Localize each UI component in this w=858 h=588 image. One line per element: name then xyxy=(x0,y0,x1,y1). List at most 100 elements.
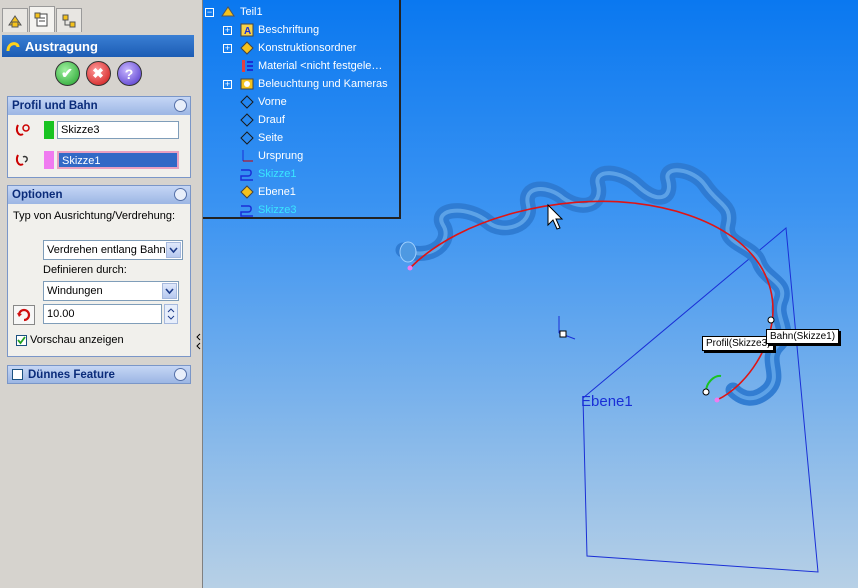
origin-marker xyxy=(558,316,576,340)
plane-icon xyxy=(239,184,255,200)
thin-feature-label: Dünnes Feature xyxy=(28,368,115,381)
plane-label: Ebene1 xyxy=(581,393,633,410)
tree-item[interactable]: Ursprung xyxy=(203,147,399,165)
preview-checkbox[interactable] xyxy=(16,335,27,346)
profile-icon xyxy=(15,124,30,136)
define-by-dropdown[interactable]: Windungen xyxy=(43,281,179,301)
chevron-down-icon[interactable] xyxy=(162,283,177,299)
panel-title: Austragung xyxy=(25,38,98,54)
tree-item-label: Ursprung xyxy=(258,150,304,162)
preview-label: Vorschau anzeigen xyxy=(30,334,124,346)
tree-item[interactable]: + A Beschriftung xyxy=(203,21,399,39)
graphics-viewport[interactable]: Ebene1 Profil(Skizze3) Bahn(Skizze1) − T… xyxy=(203,0,858,588)
panel-titlebar: Austragung xyxy=(2,35,194,57)
turns-value: 10.00 xyxy=(47,308,75,320)
path-point xyxy=(767,316,775,324)
tree-item[interactable]: + Konstruktionsordner xyxy=(203,39,399,57)
chevron-down-icon[interactable] xyxy=(166,242,181,258)
expand-icon[interactable] xyxy=(174,368,187,381)
reverse-direction-button[interactable] xyxy=(13,305,35,325)
tree-item[interactable]: Vorne xyxy=(203,93,399,111)
material-icon xyxy=(239,58,255,74)
property-manager-panel: Austragung ✔ ✖ ? Profil und Bahn Skizze3… xyxy=(0,0,197,588)
tree-item-label: Skizze3 xyxy=(258,204,297,216)
close-icon: ✖ xyxy=(92,65,104,81)
section-title: Profil und Bahn xyxy=(12,100,98,112)
define-by-value: Windungen xyxy=(47,285,103,297)
profile-selection-field[interactable]: Skizze3 xyxy=(57,121,179,139)
sweep-icon xyxy=(6,42,20,52)
thin-feature-header[interactable]: Dünnes Feature xyxy=(8,366,190,383)
expand-icon[interactable]: + xyxy=(223,25,232,35)
plane-icon xyxy=(239,112,255,128)
configuration-manager-icon xyxy=(62,14,76,27)
panel-splitter[interactable] xyxy=(196,0,203,588)
expand-icon[interactable]: + xyxy=(223,79,232,89)
path-callout[interactable]: Bahn(Skizze1) xyxy=(766,329,840,344)
tree-item-label: Beschriftung xyxy=(258,24,320,36)
turns-spinner[interactable] xyxy=(164,304,178,324)
tree-item[interactable]: + Beleuchtung und Kameras xyxy=(203,75,399,93)
property-manager-icon xyxy=(34,12,48,26)
help-button[interactable]: ? xyxy=(116,61,142,86)
path-start-point xyxy=(407,265,413,271)
spinner-arrows-icon xyxy=(167,308,175,320)
profile-color-swatch xyxy=(44,121,54,139)
tree-item[interactable]: Skizze1 xyxy=(203,165,399,183)
ok-button[interactable]: ✔ xyxy=(54,61,80,86)
tree-item-label: Beleuchtung und Kameras xyxy=(258,78,388,90)
tab-configuration-manager[interactable] xyxy=(56,8,82,32)
tree-item[interactable]: Drauf xyxy=(203,111,399,129)
profile-point xyxy=(702,388,710,396)
reverse-direction-icon xyxy=(17,308,31,322)
path-color-swatch xyxy=(44,151,54,169)
profile-selection-row: Skizze3 xyxy=(8,118,190,142)
tab-feature-manager[interactable] xyxy=(2,8,28,32)
design-binder-icon xyxy=(239,40,255,56)
tree-item[interactable]: Material <nicht festgele… xyxy=(203,57,399,75)
path-end-point xyxy=(714,397,720,403)
options-header[interactable]: Optionen xyxy=(8,186,190,204)
thin-feature-section: Dünnes Feature xyxy=(7,365,191,384)
orientation-label: Typ von Ausrichtung/Verdrehung: xyxy=(13,210,176,222)
collapse-icon[interactable]: − xyxy=(205,7,214,17)
tree-item-label: Skizze1 xyxy=(258,168,297,180)
path-icon xyxy=(15,154,28,166)
cancel-button[interactable]: ✖ xyxy=(85,61,111,86)
turns-input[interactable]: 10.00 xyxy=(43,304,162,324)
profile-path-header[interactable]: Profil und Bahn xyxy=(8,97,190,115)
tree-item-label: Konstruktionsordner xyxy=(258,42,357,54)
path-selection-field[interactable]: Skizze1 xyxy=(57,151,179,169)
tree-item[interactable]: Skizze3 xyxy=(203,201,399,219)
section-title: Optionen xyxy=(12,189,63,201)
tree-item[interactable]: Seite xyxy=(203,129,399,147)
feature-tree: − Teil1 + A Beschriftung + Konstruktionsordn… xyxy=(203,0,401,219)
collapse-icon[interactable] xyxy=(174,188,187,201)
expand-icon[interactable]: + xyxy=(223,43,232,53)
checkmark-icon xyxy=(17,336,26,345)
svg-text:A: A xyxy=(244,26,251,37)
tree-item-label: Drauf xyxy=(258,114,285,126)
orientation-dropdown[interactable]: Verdrehen entlang Bahn xyxy=(43,240,183,260)
lights-icon xyxy=(239,76,255,92)
checkmark-icon: ✔ xyxy=(61,65,73,81)
options-section: Optionen Typ von Ausrichtung/Verdrehung:… xyxy=(7,185,191,357)
tree-root-label: Teil1 xyxy=(240,6,263,18)
tree-item[interactable]: Ebene1 xyxy=(203,183,399,201)
plane-icon xyxy=(239,130,255,146)
sketch-icon xyxy=(239,202,255,218)
splitter-arrows-icon xyxy=(196,333,201,350)
profile-path-section: Profil und Bahn Skizze3 Skizze1 xyxy=(7,96,191,178)
part-icon xyxy=(220,4,236,20)
tree-root[interactable]: − Teil1 xyxy=(203,3,399,21)
collapse-icon[interactable] xyxy=(174,99,187,112)
tree-item-label: Ebene1 xyxy=(258,186,296,198)
annotation-icon: A xyxy=(239,22,255,38)
tree-item-label: Material <nicht festgele… xyxy=(258,60,383,72)
profile-callout[interactable]: Profil(Skizze3) xyxy=(702,336,775,351)
thin-feature-checkbox[interactable] xyxy=(12,369,23,380)
define-by-label: Definieren durch: xyxy=(43,264,127,276)
tab-property-manager[interactable] xyxy=(29,6,55,32)
sweep-path-curve xyxy=(409,200,774,401)
origin-icon xyxy=(239,148,255,164)
